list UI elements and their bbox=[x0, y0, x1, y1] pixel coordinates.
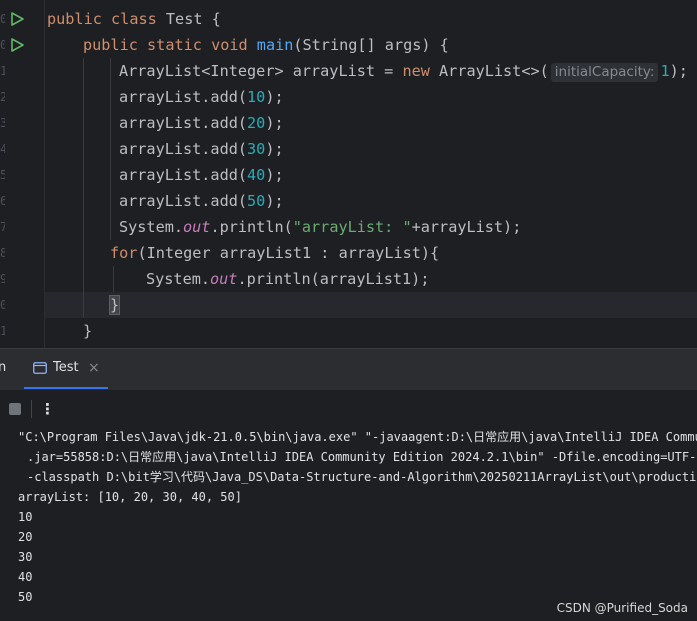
code-line[interactable]: arrayList.add(40); bbox=[119, 162, 284, 188]
code-text: arrayList.add( bbox=[119, 192, 248, 210]
code-text: ); bbox=[265, 88, 284, 106]
keyword: new bbox=[402, 62, 430, 80]
console-line: 30 bbox=[18, 550, 33, 564]
code-line[interactable]: arrayList.add(30); bbox=[119, 136, 284, 162]
code-line[interactable]: System.out.println("arrayList: "+arrayLi… bbox=[119, 214, 521, 240]
indent-guide bbox=[83, 58, 84, 318]
keyword: static bbox=[147, 36, 202, 54]
code-line[interactable]: arrayList.add(10); bbox=[119, 84, 284, 110]
code-text: ); bbox=[265, 192, 284, 210]
line-number: 2 bbox=[0, 90, 5, 104]
number-literal: 20 bbox=[247, 114, 266, 132]
run-tool-window-header: n Test × bbox=[0, 349, 697, 389]
stop-icon[interactable] bbox=[9, 403, 21, 415]
code-text: +arrayList); bbox=[411, 218, 522, 236]
code-text: (String[] args) { bbox=[293, 36, 449, 54]
watermark: CSDN @Purified_Soda bbox=[556, 601, 688, 615]
code-text: (Integer arrayList1 : arrayList){ bbox=[137, 244, 440, 262]
indent-guide bbox=[110, 58, 111, 240]
code-text: System. bbox=[146, 270, 211, 288]
parameter-hint: initialCapacity: bbox=[550, 63, 659, 82]
editor-gutter: 0 0 1 2 3 4 5 6 7 8 9 0 1 bbox=[0, 0, 40, 348]
code-text: .println( bbox=[210, 218, 293, 236]
line-number: 5 bbox=[0, 168, 5, 182]
number-literal: 10 bbox=[247, 88, 266, 106]
line-number: 9 bbox=[0, 272, 5, 286]
code-line[interactable]: } bbox=[108, 292, 121, 318]
line-number: 1 bbox=[0, 64, 5, 78]
code-text: ); bbox=[265, 140, 284, 158]
current-line-highlight bbox=[45, 292, 697, 318]
code-line[interactable]: arrayList.add(50); bbox=[119, 188, 284, 214]
code-line[interactable]: } bbox=[83, 318, 92, 344]
keyword: for bbox=[110, 244, 138, 262]
line-number: 0 bbox=[0, 298, 5, 312]
code-text: ); bbox=[265, 114, 284, 132]
run-toolbar: ⋮ bbox=[0, 389, 697, 427]
code-text: arrayList.add( bbox=[119, 114, 248, 132]
code-line[interactable]: ArrayList<Integer> arrayList = new Array… bbox=[119, 58, 688, 84]
static-field: out bbox=[210, 270, 238, 288]
line-number: 4 bbox=[0, 142, 5, 156]
run-main-icon[interactable] bbox=[9, 37, 25, 53]
console-line: .jar=55858:D:\日常应用\java\IntelliJ IDEA Co… bbox=[27, 450, 697, 464]
keyword: public bbox=[47, 10, 102, 28]
code-text: ); bbox=[669, 62, 688, 80]
code-text: ArrayList<>( bbox=[429, 62, 549, 80]
console-tab-icon bbox=[33, 362, 47, 374]
code-text: arrayList.add( bbox=[119, 166, 248, 184]
console-line: -classpath D:\bit学习\代码\Java_DS\Data-Stru… bbox=[27, 470, 697, 484]
line-number: 0 bbox=[0, 12, 5, 26]
number-literal: 50 bbox=[247, 192, 266, 210]
code-text: arrayList.add( bbox=[119, 88, 248, 106]
keyword: void bbox=[211, 36, 248, 54]
console-output[interactable]: "C:\Program Files\Java\jdk-21.0.5\bin\ja… bbox=[0, 427, 697, 621]
console-line: 40 bbox=[18, 570, 33, 584]
keyword: class bbox=[111, 10, 157, 28]
code-text: ); bbox=[265, 166, 284, 184]
code-line[interactable]: for(Integer arrayList1 : arrayList){ bbox=[110, 240, 439, 266]
code-line[interactable]: public class Test { bbox=[47, 6, 221, 32]
tab-label: Test bbox=[53, 360, 79, 375]
line-number: 0 bbox=[0, 38, 5, 52]
code-text: ArrayList<Integer> arrayList = bbox=[119, 62, 403, 80]
console-line: 10 bbox=[18, 510, 33, 524]
line-number: 6 bbox=[0, 194, 5, 208]
more-options-button[interactable]: ⋮ bbox=[40, 398, 55, 420]
code-line[interactable]: System.out.println(arrayList1); bbox=[146, 266, 429, 292]
code-text: .println(arrayList1); bbox=[237, 270, 430, 288]
console-line: 20 bbox=[18, 530, 33, 544]
class-name: Test bbox=[165, 10, 203, 28]
tool-window-title: n bbox=[0, 360, 7, 375]
line-number: 7 bbox=[0, 220, 5, 234]
code-text: { bbox=[202, 10, 221, 28]
indent-guide bbox=[113, 266, 114, 292]
code-line[interactable]: public static void main(String[] args) { bbox=[83, 32, 449, 58]
number-literal: 40 bbox=[247, 166, 266, 184]
static-field: out bbox=[183, 218, 211, 236]
console-line: arrayList: [10, 20, 30, 40, 50] bbox=[18, 490, 242, 504]
method-name: main bbox=[256, 36, 294, 54]
keyword: public bbox=[83, 36, 138, 54]
string-literal: "arrayList: " bbox=[292, 218, 412, 236]
line-number: 8 bbox=[0, 246, 5, 260]
code-text: System. bbox=[119, 218, 184, 236]
code-text: arrayList.add( bbox=[119, 140, 248, 158]
close-icon[interactable]: × bbox=[88, 360, 100, 376]
code-editor[interactable]: 0 0 1 2 3 4 5 6 7 8 9 0 1 public class T… bbox=[0, 0, 697, 348]
tab-test[interactable]: Test × bbox=[24, 349, 108, 389]
number-literal: 30 bbox=[247, 140, 266, 158]
matched-brace: } bbox=[108, 295, 121, 315]
console-line: "C:\Program Files\Java\jdk-21.0.5\bin\ja… bbox=[18, 430, 697, 444]
line-number: 3 bbox=[0, 116, 5, 130]
number-literal: 1 bbox=[660, 62, 670, 80]
code-text: } bbox=[83, 322, 93, 340]
console-line: 50 bbox=[18, 590, 33, 604]
toolbar-divider bbox=[31, 400, 32, 418]
code-line[interactable]: arrayList.add(20); bbox=[119, 110, 284, 136]
run-class-icon[interactable] bbox=[9, 11, 25, 27]
line-number: 1 bbox=[0, 324, 5, 338]
